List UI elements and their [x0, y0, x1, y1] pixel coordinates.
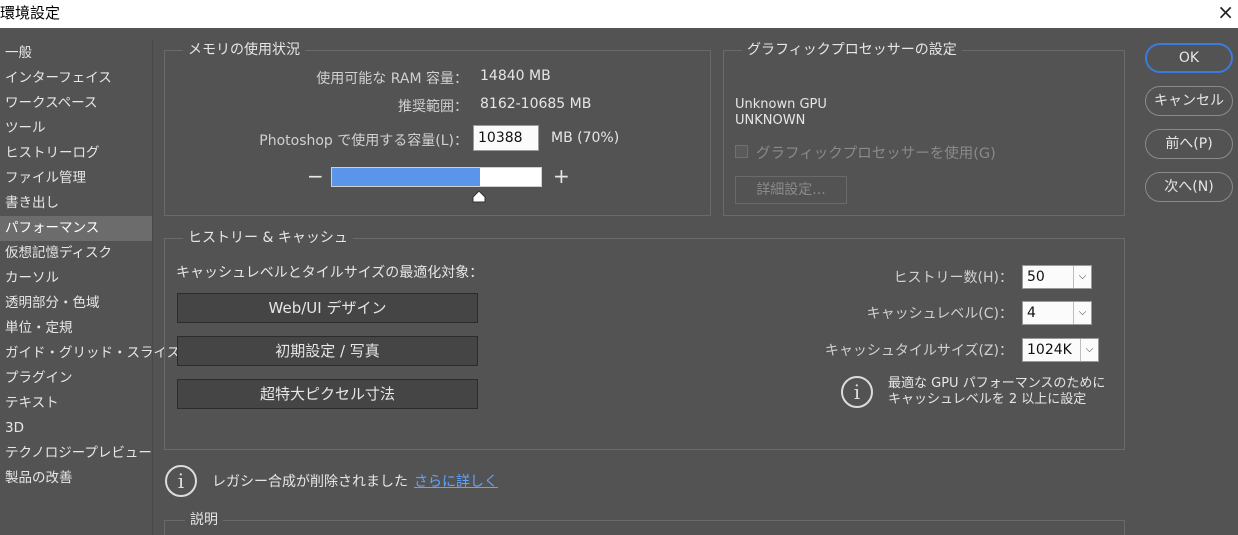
sidebar-item[interactable]: ツール [0, 116, 152, 141]
recommended-range-label: 推奨範囲： [398, 99, 468, 115]
sidebar-item[interactable]: 製品の改善 [0, 466, 152, 491]
cache-tile-size-value: 1024K [1027, 342, 1072, 358]
cancel-button[interactable]: キャンセル [1145, 86, 1233, 116]
use-gpu-label: グラフィックプロセッサーを使用(G) [756, 146, 996, 162]
description-group: 説明 [164, 511, 1125, 535]
slider-thumb-icon[interactable] [472, 191, 486, 203]
sidebar-item[interactable]: 仮想記憶ディスク [0, 241, 152, 266]
gpu-settings-legend: グラフィックプロセッサーの設定 [742, 41, 962, 59]
chevron-down-icon: ⌵ [1080, 339, 1098, 361]
available-ram-label: 使用可能な RAM 容量： [316, 71, 468, 87]
minus-icon[interactable]: − [307, 164, 324, 188]
memory-slider[interactable] [331, 167, 542, 187]
learn-more-link[interactable]: さらに詳しく [414, 471, 498, 491]
sidebar-item[interactable]: パフォーマンス [0, 216, 152, 241]
gpu-name: Unknown GPU [735, 97, 827, 112]
sidebar-item[interactable]: 単位・定規 [0, 316, 152, 341]
sidebar-item[interactable]: カーソル [0, 266, 152, 291]
window-title: 環境設定 [0, 4, 61, 22]
cache-info-line-2: キャッシュレベルを 2 以上に設定 [888, 392, 1087, 407]
available-ram-value: 14840 MB [480, 68, 551, 84]
history-states-select[interactable]: 50 ⌵ [1022, 265, 1092, 289]
preset-default-photo-button[interactable]: 初期設定 / 写真 [177, 336, 478, 366]
sidebar-item[interactable]: 3D [0, 416, 152, 441]
sidebar-item[interactable]: ガイド・グリッド・スライス [0, 341, 180, 366]
chevron-down-icon: ⌵ [1073, 302, 1091, 324]
cache-optimize-label: キャッシュレベルとタイルサイズの最適化対象： [176, 265, 484, 281]
sidebar-item[interactable]: プラグイン [0, 366, 152, 391]
title-bar: 環境設定 × [0, 0, 1238, 28]
gpu-vendor: UNKNOWN [735, 113, 806, 128]
info-icon: i [841, 376, 873, 408]
cache-levels-select[interactable]: 4 ⌵ [1022, 301, 1092, 325]
sidebar-item[interactable]: 透明部分・色域 [0, 291, 152, 316]
use-gpu-checkbox[interactable] [735, 145, 748, 158]
sidebar-item[interactable]: テクノロジープレビュー [0, 441, 152, 466]
sidebar-item[interactable]: 書き出し [0, 191, 152, 216]
cache-tile-size-label: キャッシュタイルサイズ(Z)： [824, 343, 1013, 359]
memory-usage-legend: メモリの使用状況 [183, 41, 305, 59]
history-states-value: 50 [1027, 269, 1045, 285]
history-states-label: ヒストリー数(H)： [893, 270, 1013, 286]
prev-button[interactable]: 前へ(P) [1145, 129, 1233, 159]
cache-tile-size-select[interactable]: 1024K ⌵ [1022, 338, 1099, 362]
close-icon[interactable]: × [1217, 0, 1234, 24]
description-legend: 説明 [185, 511, 223, 529]
next-button[interactable]: 次へ(N) [1145, 172, 1233, 202]
sidebar-divider [152, 41, 153, 535]
memory-usage-suffix: MB (70%) [551, 130, 620, 146]
cache-levels-value: 4 [1027, 305, 1036, 321]
legacy-compositing-message: レガシー合成が削除されました [212, 474, 408, 490]
plus-icon[interactable]: + [553, 164, 570, 188]
cache-levels-label: キャッシュレベル(C)： [866, 306, 1013, 322]
sidebar-item[interactable]: ワークスペース [0, 91, 152, 116]
memory-usage-input[interactable]: 10388 [473, 125, 539, 151]
history-cache-legend: ヒストリー & キャッシュ [183, 229, 353, 247]
recommended-range-value: 8162-10685 MB [480, 96, 592, 112]
info-icon: i [165, 465, 197, 497]
memory-slider-fill [332, 168, 480, 186]
preset-web-ui-button[interactable]: Web/UI デザイン [177, 293, 478, 323]
chevron-down-icon: ⌵ [1073, 266, 1091, 288]
sidebar-item[interactable]: ファイル管理 [0, 166, 152, 191]
sidebar-item[interactable]: インターフェイス [0, 66, 152, 91]
sidebar-item[interactable]: ヒストリーログ [0, 141, 152, 166]
ok-button[interactable]: OK [1145, 43, 1233, 73]
sidebar-item[interactable]: テキスト [0, 391, 152, 416]
preset-huge-pixel-button[interactable]: 超特大ピクセル寸法 [177, 379, 478, 409]
sidebar-item[interactable]: 一般 [0, 41, 152, 66]
preferences-sidebar: 一般 インターフェイス ワークスペース ツール ヒストリーログ ファイル管理 書き出し パフォ… [0, 41, 180, 491]
memory-usage-label: Photoshop で使用する容量(L)： [259, 133, 468, 149]
gpu-advanced-settings-button[interactable]: 詳細設定... [735, 176, 847, 204]
